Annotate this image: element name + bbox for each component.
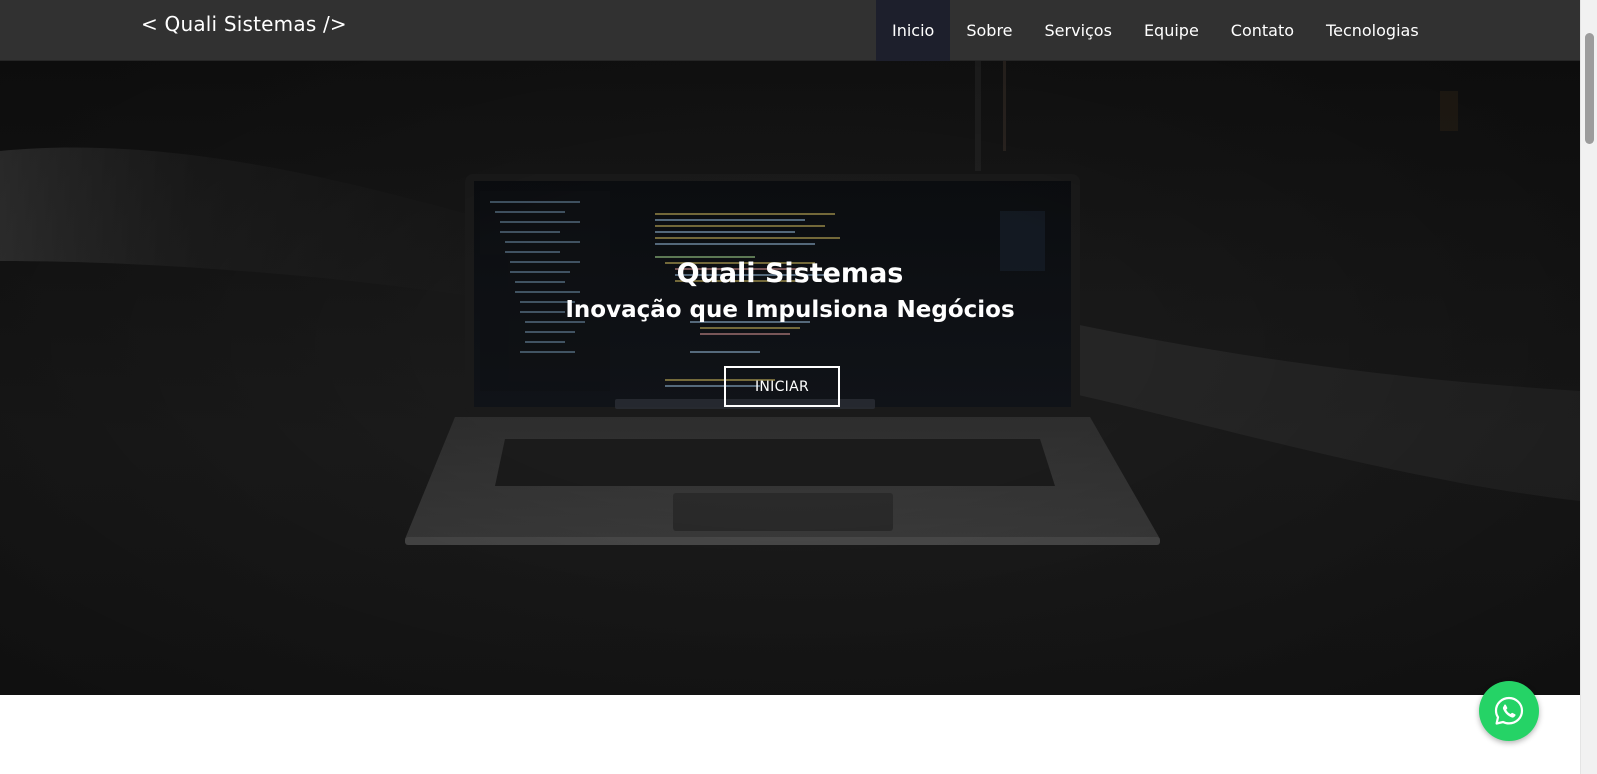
whatsapp-button[interactable] (1479, 681, 1539, 741)
nav-item-tecnologias[interactable]: Tecnologias (1310, 0, 1435, 61)
brand-logo[interactable]: < Quali Sistemas /> (141, 12, 347, 36)
nav-item-inicio[interactable]: Inicio (876, 0, 951, 61)
page-scrollbar[interactable] (1580, 0, 1597, 774)
hero-section: Quali Sistemas Inovação que Impulsiona N… (0, 61, 1580, 695)
hero-title: Quali Sistemas (676, 258, 904, 289)
nav-menu: Inicio Sobre Serviços Equipe Contato Tec… (876, 0, 1435, 61)
nav-item-sobre[interactable]: Sobre (950, 0, 1028, 61)
start-button[interactable]: INICIAR (724, 366, 840, 407)
next-section (0, 695, 1580, 774)
scrollbar-thumb[interactable] (1585, 33, 1594, 144)
page-viewport: < Quali Sistemas /> Inicio Sobre Serviço… (0, 0, 1580, 774)
navbar: < Quali Sistemas /> Inicio Sobre Serviço… (0, 0, 1580, 61)
whatsapp-icon (1494, 696, 1524, 725)
hero-subtitle: Inovação que Impulsiona Negócios (565, 297, 1015, 323)
nav-item-contato[interactable]: Contato (1215, 0, 1310, 61)
nav-item-equipe[interactable]: Equipe (1128, 0, 1215, 61)
nav-item-servicos[interactable]: Serviços (1029, 0, 1128, 61)
